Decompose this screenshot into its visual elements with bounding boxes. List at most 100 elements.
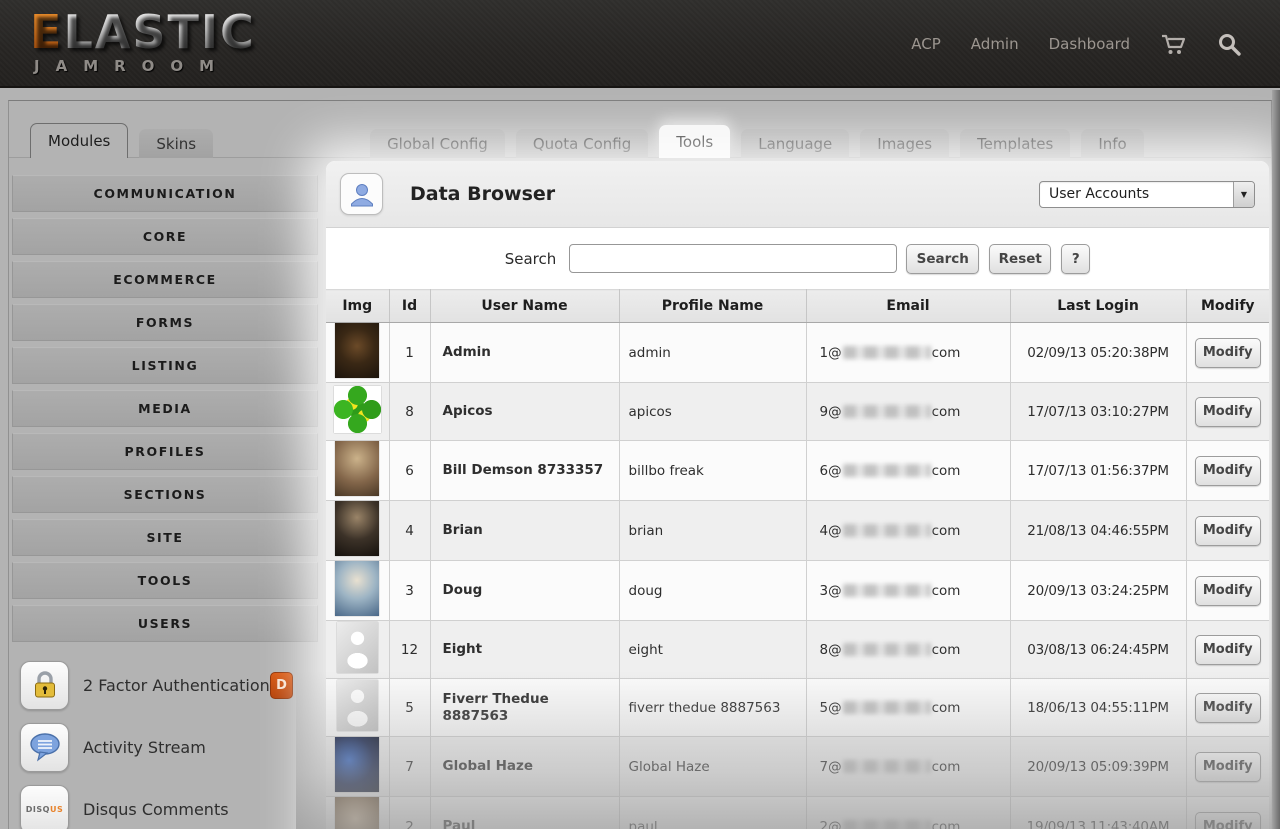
modify-button[interactable]: Modify — [1194, 455, 1261, 486]
search-row: Search Search Reset ? — [326, 228, 1269, 289]
sidebar-item-tools[interactable]: TOOLS — [12, 562, 318, 599]
dataset-select[interactable]: User Accounts ▼ — [1039, 180, 1255, 208]
user-id: 2 — [388, 796, 431, 829]
avatar — [336, 622, 378, 673]
avatar — [335, 737, 380, 792]
avatar — [335, 323, 380, 378]
sidebar-item-users[interactable]: USERS — [12, 605, 318, 642]
col-profile-name: Profile Name — [618, 289, 807, 323]
modify-button[interactable]: Modify — [1194, 515, 1261, 546]
user-email: 8@ com — [805, 620, 1011, 679]
col-img: Img — [326, 289, 390, 323]
tab-images[interactable]: Images — [860, 129, 950, 158]
table-row: 8 Apicos apicos 9@ com 17/07/13 03:10:27P… — [326, 382, 1269, 441]
table-row: 6 Bill Demson 8733357 billbo freak 6@ com… — [326, 440, 1269, 501]
profile-name: paul — [618, 796, 807, 829]
user-id: 6 — [388, 440, 431, 501]
last-login: 20/09/13 05:09:39PM — [1009, 736, 1187, 797]
tab-language[interactable]: Language — [741, 129, 850, 158]
tab-info[interactable]: Info — [1081, 129, 1144, 158]
sidebar-item-profiles[interactable]: PROFILES — [12, 433, 318, 470]
user-id: 12 — [388, 620, 431, 679]
nav-link-dashboard[interactable]: Dashboard — [1049, 35, 1130, 53]
module-item-2fa[interactable]: 2 Factor Authentication D — [11, 654, 319, 716]
last-login: 02/09/13 05:20:38PM — [1009, 322, 1187, 383]
tab-quota-config[interactable]: Quota Config — [515, 129, 649, 158]
reset-button[interactable]: Reset — [989, 243, 1052, 274]
sidebar-item-core[interactable]: CORE — [12, 218, 318, 255]
profile-name: eight — [618, 620, 807, 679]
user-icon — [340, 173, 383, 215]
last-login: 20/09/13 03:24:25PM — [1009, 560, 1187, 621]
nav-link-admin[interactable]: Admin — [971, 35, 1019, 53]
module-badge-d: D — [270, 671, 293, 699]
col-user-name: User Name — [429, 289, 620, 323]
user-id: 1 — [388, 322, 431, 383]
module-item-activity-stream[interactable]: Activity Stream — [11, 716, 319, 778]
profile-name: doug — [618, 560, 807, 621]
profile-name: brian — [618, 500, 807, 561]
profile-name: Global Haze — [618, 736, 807, 797]
sidebar-item-forms[interactable]: FORMS — [12, 304, 318, 341]
col-modify: Modify — [1185, 289, 1269, 323]
search-icon[interactable] — [1216, 31, 1242, 57]
modify-button[interactable]: Modify — [1194, 396, 1261, 427]
sidebar-item-listing[interactable]: LISTING — [12, 347, 318, 384]
profile-name: admin — [618, 322, 807, 383]
user-name: Apicos — [429, 382, 620, 441]
tab-skins[interactable]: Skins — [139, 129, 214, 158]
cart-icon[interactable] — [1160, 31, 1186, 57]
user-id: 8 — [388, 382, 431, 441]
tab-global-config[interactable]: Global Config — [370, 129, 505, 158]
table-row: 5 Fiverr Thedue 8887563 fiverr thedue 88… — [326, 678, 1269, 737]
help-button[interactable]: ? — [1061, 243, 1091, 274]
last-login: 17/07/13 03:10:27PM — [1009, 382, 1187, 441]
profile-name: fiverr thedue 8887563 — [618, 678, 807, 737]
page-title: Data Browser — [410, 183, 556, 205]
modify-button[interactable]: Modify — [1194, 692, 1261, 723]
tab-templates[interactable]: Templates — [960, 129, 1071, 158]
search-button[interactable]: Search — [906, 243, 980, 274]
app-logo[interactable]: ELASTIC JAMROOM — [30, 8, 256, 75]
logo-wordmark: ELASTIC — [30, 5, 256, 59]
module-label: Activity Stream — [83, 737, 206, 757]
user-email: 6@ com — [805, 440, 1011, 501]
avatar — [333, 386, 381, 433]
table-row: 4 Brian brian 4@ com 21/08/13 04:46:55PM … — [326, 500, 1269, 561]
sidebar-item-communication[interactable]: COMMUNICATION — [12, 175, 318, 212]
module-label: Disqus Comments — [83, 799, 229, 819]
sidebar-item-media[interactable]: MEDIA — [12, 390, 318, 427]
tab-tools[interactable]: Tools — [659, 125, 731, 158]
table-row: 12 Eight eight 8@ com 03/08/13 06:24:45PM… — [326, 620, 1269, 679]
sidebar-item-sections[interactable]: SECTIONS — [12, 476, 318, 513]
sidebar-item-ecommerce[interactable]: ECOMMERCE — [12, 261, 318, 298]
user-id: 5 — [388, 678, 431, 737]
table-header-row: Img Id User Name Profile Name Email Last… — [326, 289, 1269, 323]
last-login: 17/07/13 01:56:37PM — [1009, 440, 1187, 501]
modify-button[interactable]: Modify — [1194, 751, 1261, 782]
nav-link-acp[interactable]: ACP — [911, 35, 941, 53]
module-label: 2 Factor Authentication — [83, 675, 270, 695]
module-item-disqus[interactable]: DISQUS Disqus Comments — [11, 778, 319, 829]
redacted-email — [842, 759, 931, 773]
modify-button[interactable]: Modify — [1194, 634, 1261, 665]
user-name: Paul — [429, 796, 620, 829]
user-name: Brian — [429, 500, 620, 561]
dataset-select-value: User Accounts — [1049, 186, 1150, 202]
table-row: 2 Paul paul 2@ com 19/09/13 11:43:40AM Mo… — [326, 796, 1269, 829]
user-email: 4@ com — [805, 500, 1011, 561]
module-list: 2 Factor Authentication D Activity Strea… — [11, 654, 319, 829]
modify-button[interactable]: Modify — [1194, 575, 1261, 606]
user-id: 7 — [388, 736, 431, 797]
modify-button[interactable]: Modify — [1194, 811, 1261, 829]
disqus-logo: DISQUS — [20, 784, 69, 829]
panel-header: Data Browser User Accounts ▼ — [326, 161, 1269, 228]
search-input[interactable] — [569, 244, 898, 273]
chevron-down-icon: ▼ — [1233, 181, 1254, 207]
user-name: Bill Demson 8733357 — [429, 440, 620, 501]
sidebar-item-site[interactable]: SITE — [12, 519, 318, 556]
modify-button[interactable]: Modify — [1194, 337, 1261, 368]
user-id: 3 — [388, 560, 431, 621]
user-accounts-table: Img Id User Name Profile Name Email Last… — [326, 289, 1269, 829]
tab-modules[interactable]: Modules — [30, 123, 129, 158]
